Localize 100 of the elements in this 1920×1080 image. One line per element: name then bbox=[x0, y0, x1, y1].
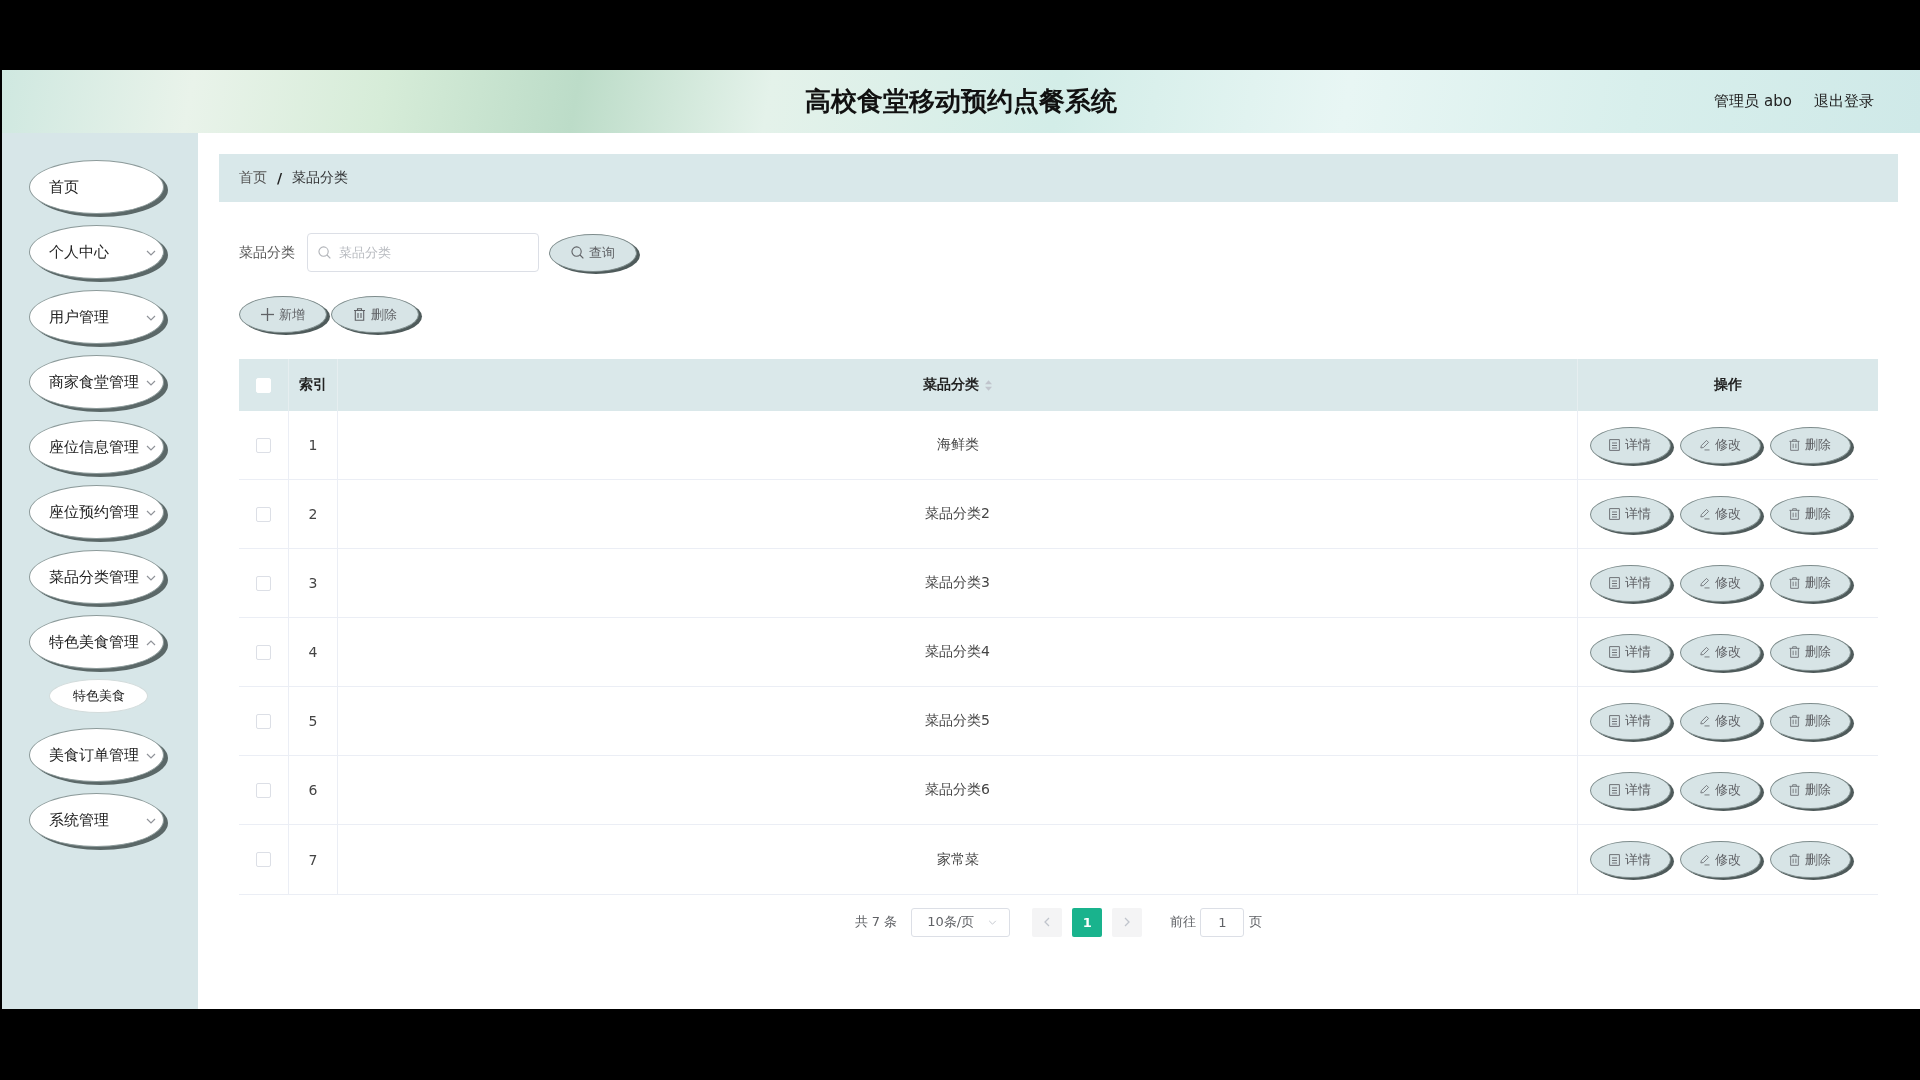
sidebar-menu-item[interactable]: 系统管理 bbox=[29, 793, 164, 847]
sidebar-menu-item[interactable]: 美食订单管理 bbox=[29, 728, 164, 782]
delete-button[interactable]: 删除 bbox=[1769, 426, 1851, 464]
add-button[interactable]: 新增 bbox=[239, 296, 327, 333]
delete-button[interactable]: 删除 bbox=[331, 296, 419, 333]
pencil-icon bbox=[1699, 715, 1710, 727]
edit-button[interactable]: 修改 bbox=[1679, 426, 1761, 464]
sidebar-menu-item[interactable]: 用户管理 bbox=[29, 290, 164, 344]
pencil-icon bbox=[1699, 439, 1710, 451]
pencil-icon bbox=[1699, 646, 1710, 658]
trash-icon bbox=[1789, 646, 1800, 658]
breadcrumb-current: 菜品分类 bbox=[292, 169, 349, 187]
detail-button[interactable]: 详情 bbox=[1589, 841, 1671, 878]
detail-button[interactable]: 详情 bbox=[1589, 495, 1671, 533]
table-cell: 2 bbox=[308, 506, 318, 522]
table-cell: 菜品分类6 bbox=[925, 781, 990, 799]
document-icon bbox=[1609, 577, 1620, 589]
trash-icon bbox=[1789, 508, 1800, 520]
document-icon bbox=[1609, 646, 1620, 658]
document-icon bbox=[1609, 784, 1620, 796]
total-count: 共 7 条 bbox=[854, 913, 898, 931]
goto-label: 前往 bbox=[1170, 913, 1197, 931]
user-label: 管理员 abo bbox=[1714, 92, 1792, 111]
plus-icon bbox=[261, 308, 274, 321]
table-cell: 3 bbox=[308, 575, 318, 591]
chevron-icon bbox=[988, 919, 998, 925]
pencil-icon bbox=[1699, 508, 1710, 520]
row-checkbox[interactable] bbox=[256, 644, 271, 660]
table-cell: 家常菜 bbox=[936, 850, 979, 869]
search-icon bbox=[318, 246, 331, 259]
delete-button[interactable]: 删除 bbox=[1769, 841, 1851, 878]
app-title: 高校食堂移动预约点餐系统 bbox=[805, 85, 1117, 118]
edit-button[interactable]: 修改 bbox=[1679, 495, 1761, 533]
table-cell: 菜品分类2 bbox=[925, 505, 990, 523]
trash-icon bbox=[1789, 439, 1800, 451]
edit-button[interactable]: 修改 bbox=[1679, 702, 1761, 740]
row-checkbox[interactable] bbox=[256, 713, 271, 729]
sidebar-menu-item[interactable]: 特色美食管理 bbox=[29, 615, 164, 669]
sort-icon[interactable] bbox=[985, 379, 992, 391]
sidebar-menu-item[interactable]: 座位信息管理 bbox=[29, 420, 164, 474]
row-checkbox[interactable] bbox=[256, 852, 271, 867]
column-header: 索引 bbox=[299, 376, 327, 394]
row-checkbox[interactable] bbox=[256, 782, 271, 798]
trash-icon bbox=[1789, 577, 1800, 589]
detail-button[interactable]: 详情 bbox=[1589, 771, 1671, 809]
table-cell: 5 bbox=[308, 713, 318, 729]
trash-icon bbox=[1789, 715, 1800, 727]
pencil-icon bbox=[1699, 784, 1710, 796]
page-suffix-label: 页 bbox=[1249, 913, 1263, 931]
trash-icon bbox=[1789, 853, 1800, 866]
delete-button[interactable]: 删除 bbox=[1769, 771, 1851, 809]
table-cell: 海鲜类 bbox=[936, 436, 979, 454]
chevron-right-icon bbox=[1124, 917, 1131, 927]
edit-button[interactable]: 修改 bbox=[1679, 771, 1761, 809]
edit-button[interactable]: 修改 bbox=[1679, 841, 1761, 878]
sidebar-menu-item[interactable]: 商家食堂管理 bbox=[29, 355, 164, 409]
detail-button[interactable]: 详情 bbox=[1589, 564, 1671, 602]
table-cell: 菜品分类4 bbox=[925, 643, 990, 661]
detail-button[interactable]: 详情 bbox=[1589, 633, 1671, 671]
query-button[interactable]: 查询 bbox=[549, 233, 637, 272]
page-size-select[interactable]: 10条/页 bbox=[911, 907, 1011, 937]
chevron-left-icon bbox=[1044, 917, 1051, 927]
delete-button[interactable]: 删除 bbox=[1769, 564, 1851, 602]
trash-icon bbox=[353, 308, 366, 321]
detail-button[interactable]: 详情 bbox=[1589, 702, 1671, 740]
edit-button[interactable]: 修改 bbox=[1679, 633, 1761, 671]
sidebar-menu-item[interactable]: 个人中心 bbox=[29, 225, 164, 279]
delete-button[interactable]: 删除 bbox=[1769, 495, 1851, 533]
row-checkbox[interactable] bbox=[256, 506, 271, 522]
trash-icon bbox=[1789, 784, 1800, 796]
document-icon bbox=[1609, 439, 1620, 451]
column-header: 菜品分类 bbox=[923, 376, 979, 394]
sidebar-menu-item[interactable]: 菜品分类管理 bbox=[29, 550, 164, 604]
breadcrumb-separator: / bbox=[277, 170, 283, 186]
table-cell: 菜品分类3 bbox=[925, 574, 990, 592]
search-icon bbox=[571, 246, 584, 259]
detail-button[interactable]: 详情 bbox=[1589, 426, 1671, 464]
row-checkbox[interactable] bbox=[256, 437, 271, 453]
search-label: 菜品分类 bbox=[239, 243, 295, 262]
edit-button[interactable]: 修改 bbox=[1679, 564, 1761, 602]
delete-button[interactable]: 删除 bbox=[1769, 633, 1851, 671]
table-cell: 1 bbox=[308, 437, 318, 453]
column-header: 操作 bbox=[1714, 376, 1742, 394]
page-number-button[interactable]: 1 bbox=[1072, 907, 1103, 937]
table-cell: 6 bbox=[308, 782, 318, 798]
sidebar-menu-item[interactable]: 首页 bbox=[29, 160, 164, 214]
row-checkbox[interactable] bbox=[256, 575, 271, 591]
delete-button[interactable]: 删除 bbox=[1769, 702, 1851, 740]
select-all-checkbox[interactable] bbox=[256, 377, 271, 393]
table-cell: 7 bbox=[308, 851, 318, 868]
search-field[interactable]: 菜品分类 bbox=[307, 233, 539, 272]
breadcrumb-link[interactable]: 首页 bbox=[239, 169, 267, 187]
table-cell: 4 bbox=[308, 644, 318, 660]
sidebar-submenu-item[interactable]: 特色美食 bbox=[49, 679, 148, 713]
pencil-icon bbox=[1699, 577, 1710, 589]
document-icon bbox=[1609, 508, 1620, 520]
sidebar-menu-item[interactable]: 座位预约管理 bbox=[29, 485, 164, 539]
goto-page-field[interactable]: 1 bbox=[1200, 907, 1245, 937]
table-cell: 菜品分类5 bbox=[925, 712, 990, 730]
logout-link[interactable]: 退出登录 bbox=[1814, 92, 1874, 111]
